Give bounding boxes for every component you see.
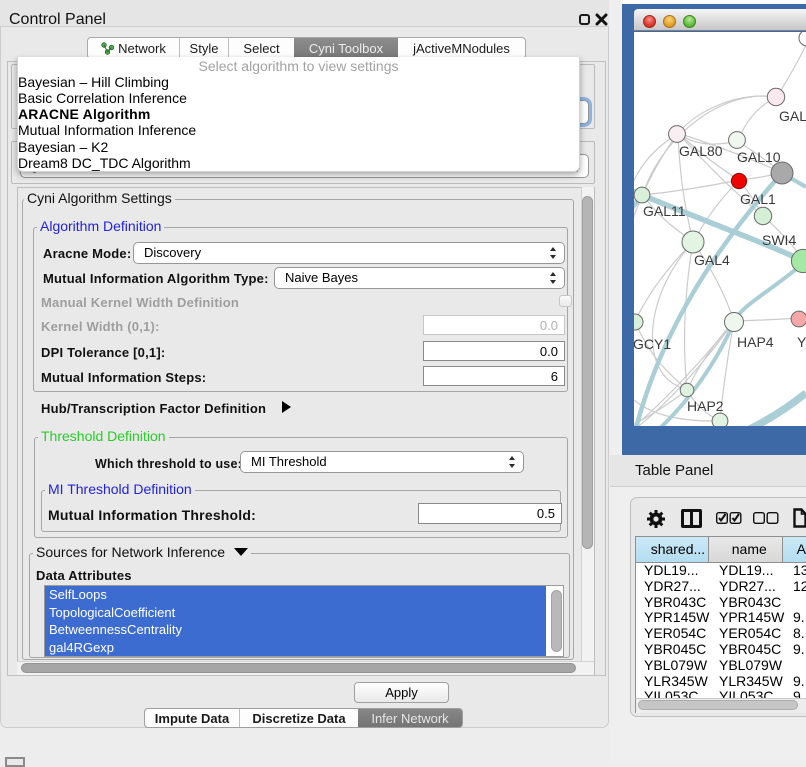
svg-text:Y: Y [797,334,806,350]
svg-text:GAL11: GAL11 [643,203,686,219]
svg-text:SWI4: SWI4 [762,232,796,248]
svg-text:GAL1: GAL1 [740,191,776,207]
svg-text:GAL80: GAL80 [679,143,723,159]
svg-text:HAP4: HAP4 [737,334,774,350]
svg-text:GAL: GAL [779,108,806,124]
svg-text:GCY1: GCY1 [634,336,671,352]
svg-text:GAL4: GAL4 [694,252,730,268]
svg-text:GAL10: GAL10 [737,149,781,165]
svg-text:HAP2: HAP2 [687,398,724,414]
